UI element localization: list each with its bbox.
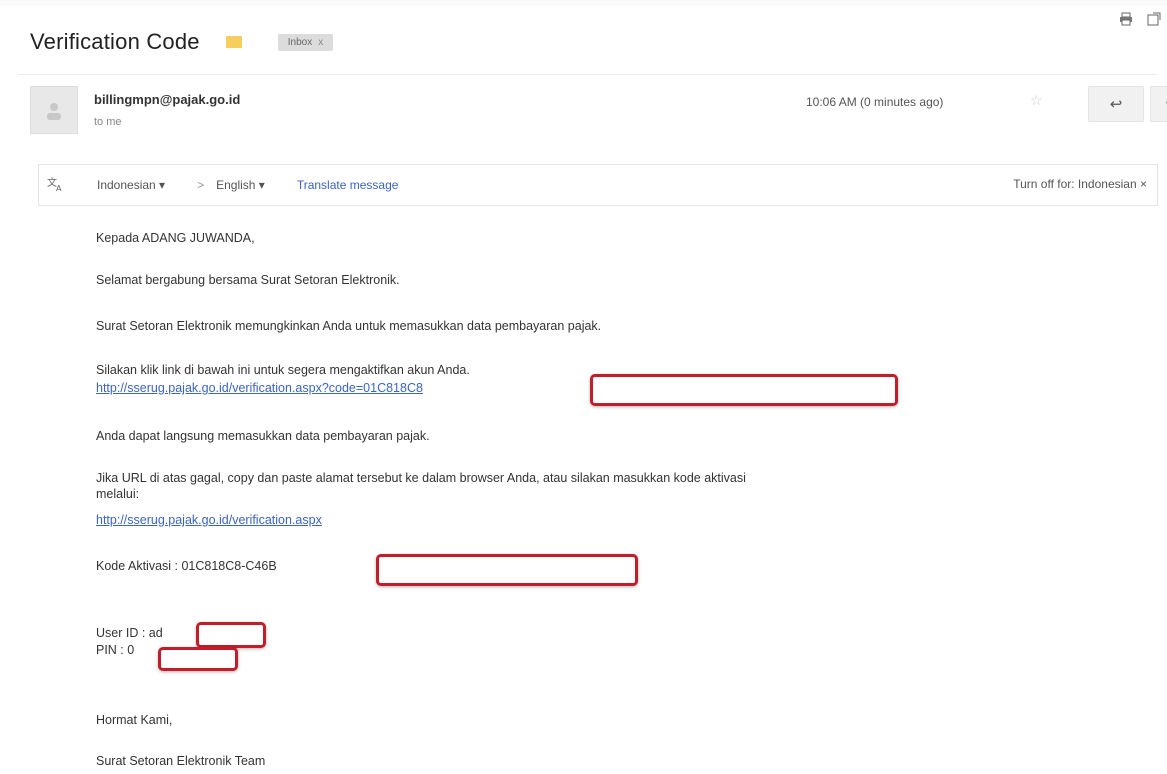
body-line-1: Selamat bergabung bersama Surat Setoran … — [96, 273, 400, 287]
turn-off-translation-link[interactable]: Turn off for: Indonesian × — [1013, 177, 1147, 191]
verification-link[interactable]: http://sserug.pajak.go.id/verification.a… — [96, 380, 423, 396]
recipient-details[interactable]: to me — [94, 116, 122, 128]
target-language-select[interactable]: English ▾ — [216, 178, 265, 192]
more-actions-button[interactable]: ▾ — [1150, 86, 1167, 122]
signature: Surat Setoran Elektronik Team — [96, 754, 266, 768]
translate-bar: 文A Indonesian ▾ > English ▾ Translate me… — [38, 164, 1158, 206]
importance-marker-icon[interactable] — [225, 36, 242, 48]
greeting: Kepada ADANG JUWANDA, — [96, 231, 255, 245]
body-line-5: Jika URL di atas gagal, copy dan paste a… — [96, 471, 746, 485]
svg-text:A: A — [56, 184, 62, 192]
person-icon — [47, 103, 61, 120]
body-line-5-cont: melalui: — [96, 487, 140, 501]
activation-code: Kode Aktivasi : 01C818C8-C46B — [96, 559, 277, 573]
print-icon[interactable] — [1119, 12, 1133, 29]
closing-regards: Hormat Kami, — [96, 713, 173, 727]
header-divider — [18, 74, 1157, 75]
label-text: Inbox — [287, 36, 313, 48]
translate-icon: 文A — [47, 176, 73, 195]
redaction-box — [590, 374, 898, 406]
language-arrow-icon: > — [197, 178, 205, 192]
sender-avatar — [30, 86, 78, 134]
reply-button[interactable]: ↩ — [1088, 86, 1144, 122]
sender-email[interactable]: billingmpn@pajak.go.id — [94, 92, 240, 107]
redaction-box — [158, 647, 238, 671]
source-language-select[interactable]: Indonesian ▾ — [97, 178, 165, 192]
sender-row: billingmpn@pajak.go.id to me 10:06 AM (0… — [30, 86, 1167, 146]
open-in-new-icon[interactable] — [1147, 12, 1161, 29]
redaction-box — [196, 622, 266, 648]
star-icon[interactable]: ☆ — [1030, 92, 1043, 109]
email-subject: Verification Code — [30, 29, 200, 54]
message-time: 10:06 AM (0 minutes ago) — [806, 95, 944, 109]
verification-url-link[interactable]: http://sserug.pajak.go.id/verification.a… — [96, 512, 322, 528]
top-rule — [0, 0, 1167, 6]
translate-message-link[interactable]: Translate message — [297, 178, 399, 192]
inbox-label-chip[interactable]: Inbox x — [277, 33, 334, 51]
body-line-3: Silakan klik link di bawah ini untuk seg… — [96, 363, 470, 377]
header-actions — [1119, 12, 1161, 29]
subject-bar: Verification Code Inbox x — [18, 18, 1167, 66]
body-line-2: Surat Setoran Elektronik memungkinkan An… — [96, 319, 602, 333]
label-remove-icon[interactable]: x — [318, 37, 323, 48]
body-line-4: Anda dapat langsung memasukkan data pemb… — [96, 429, 430, 443]
user-id: User ID : ad — [96, 626, 163, 640]
redaction-box — [376, 554, 638, 586]
pin: PIN : 0 — [96, 643, 135, 657]
